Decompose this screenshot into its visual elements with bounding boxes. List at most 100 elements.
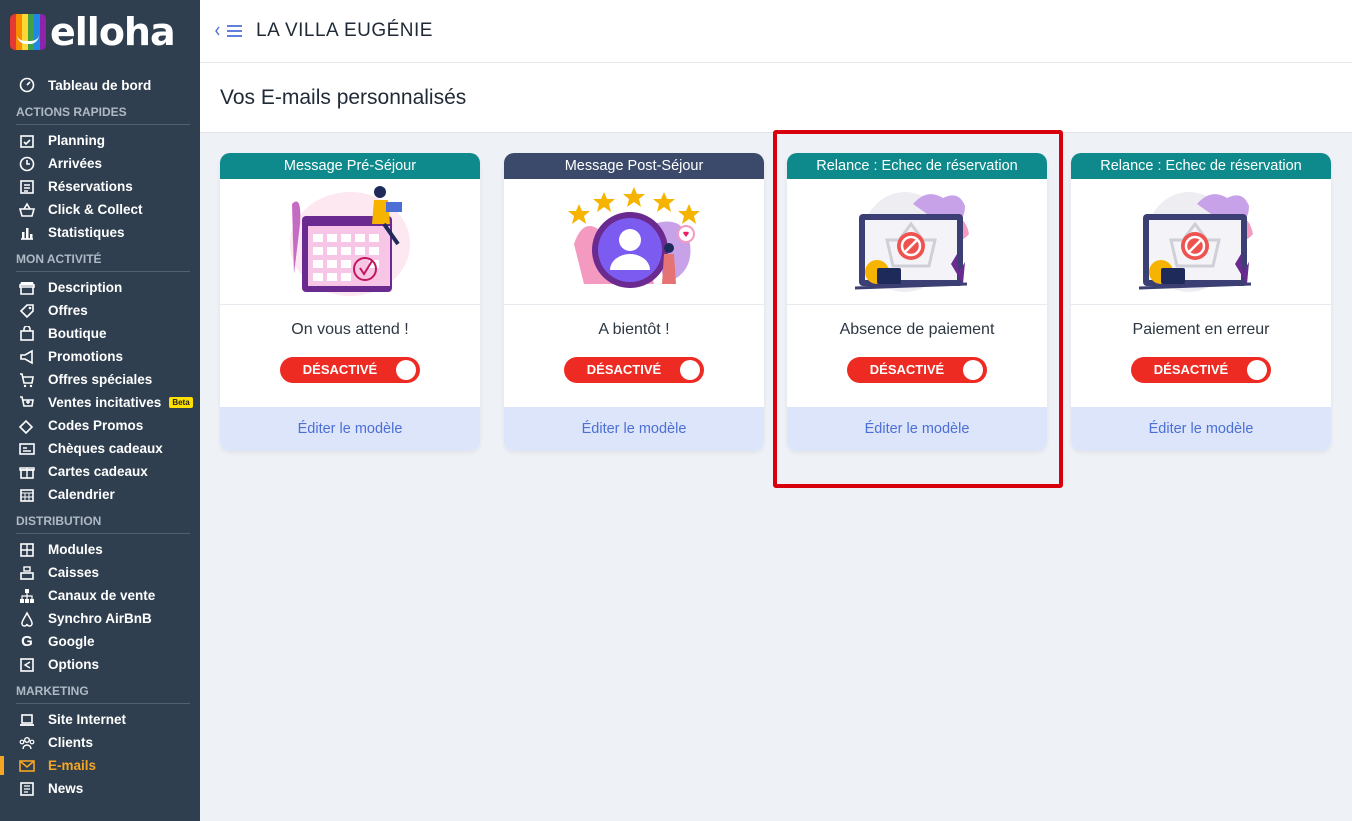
section-title: DISTRIBUTION (0, 514, 200, 534)
sidebar-item-label: Clients (48, 735, 94, 750)
megaphone-icon (18, 349, 36, 365)
sidebar-item-clients[interactable]: Clients (0, 731, 200, 754)
sidebar-item-label: Chèques cadeaux (48, 441, 163, 456)
email-card-post-stay: Message Post-Séjour A bientôt ! DÉSACTIV… (504, 153, 764, 451)
sidebar-item-airbnb[interactable]: Synchro AirBnB (0, 607, 200, 630)
google-icon: G (21, 633, 33, 650)
register-icon (18, 565, 36, 581)
logo[interactable]: elloha (0, 0, 200, 63)
share-icon (18, 657, 36, 673)
activation-toggle[interactable]: DÉSACTIVÉ (1131, 357, 1271, 383)
voucher-icon (18, 441, 36, 457)
users-icon (18, 735, 36, 751)
sidebar-item-description[interactable]: Description (0, 276, 200, 299)
sidebar-item-gift-cards[interactable]: Cartes cadeaux (0, 460, 200, 483)
cart-icon (18, 372, 36, 388)
card-header: Relance : Echec de réservation (1071, 153, 1331, 179)
sidebar-item-label: Description (48, 280, 123, 295)
menu-toggle-button[interactable] (214, 23, 244, 39)
sidebar-item-label: Boutique (48, 326, 107, 341)
sidebar-item-news[interactable]: News (0, 777, 200, 800)
section-title: MON ACTIVITÉ (0, 252, 200, 272)
sidebar-item-label: Codes Promos (48, 418, 144, 433)
sidebar-item-upsell[interactable]: Ventes incitatives Beta (0, 391, 200, 414)
sidebar-item-label: Options (48, 657, 99, 672)
cart-plus-icon (18, 395, 36, 411)
newspaper-icon (18, 781, 36, 797)
envelope-icon (18, 758, 36, 774)
bar-chart-icon (18, 225, 36, 241)
sidebar-item-label: Google (48, 634, 95, 649)
card-subtitle: A bientôt ! (598, 321, 670, 338)
tag-icon (18, 303, 36, 319)
basket-icon (18, 201, 36, 218)
sidebar-item-modules[interactable]: Modules (0, 538, 200, 561)
sidebar-item-google[interactable]: G Google (0, 630, 200, 653)
email-card-payment-error: Relance : Echec de réservation Paiement … (1071, 153, 1331, 451)
sidebar-item-emails[interactable]: E-mails (0, 754, 200, 777)
sidebar-item-special-offers[interactable]: Offres spéciales (0, 368, 200, 391)
card-subtitle: On vous attend ! (291, 321, 409, 338)
sidebar-nav: Tableau de bord ACTIONS RAPIDES Planning… (0, 63, 200, 800)
sitemap-icon (18, 588, 36, 604)
sidebar-item-website[interactable]: Site Internet (0, 708, 200, 731)
edit-template-button[interactable]: Éditer le modèle (504, 407, 764, 451)
sidebar-item-statistics[interactable]: Statistiques (0, 221, 200, 244)
sidebar-item-label: Cartes cadeaux (48, 464, 148, 479)
sidebar-item-label: Modules (48, 542, 103, 557)
toggle-knob (1247, 360, 1267, 380)
toggle-label: DÉSACTIVÉ (586, 362, 662, 377)
hotel-name: LA VILLA EUGÉNIE (256, 20, 433, 41)
sidebar-item-offers[interactable]: Offres (0, 299, 200, 322)
sidebar-item-promo-codes[interactable]: Codes Promos (0, 414, 200, 437)
sidebar-item-label: Synchro AirBnB (48, 611, 152, 626)
sidebar-item-registers[interactable]: Caisses (0, 561, 200, 584)
sidebar-item-label: Promotions (48, 349, 124, 364)
clock-icon (18, 156, 36, 172)
edit-template-button[interactable]: Éditer le modèle (220, 407, 480, 451)
sidebar-item-label: Réservations (48, 179, 133, 194)
failed-payment-illustration (1071, 179, 1331, 305)
sidebar-item-label: Offres spéciales (48, 372, 153, 387)
sidebar-item-planning[interactable]: Planning (0, 129, 200, 152)
sidebar-item-label: Click & Collect (48, 202, 143, 217)
sidebar-item-reservations[interactable]: Réservations (0, 175, 200, 198)
sidebar-item-click-collect[interactable]: Click & Collect (0, 198, 200, 221)
page-title: Vos E-mails personnalisés (220, 85, 467, 109)
calendar-check-icon (18, 133, 36, 149)
sidebar-item-arrivals[interactable]: Arrivées (0, 152, 200, 175)
page-header: Vos E-mails personnalisés (200, 63, 1352, 133)
edit-template-button[interactable]: Éditer le modèle (1071, 407, 1331, 451)
section-title: ACTIONS RAPIDES (0, 105, 200, 125)
activation-toggle[interactable]: DÉSACTIVÉ (280, 357, 420, 383)
sidebar-item-label: Offres (48, 303, 88, 318)
card-subtitle: Paiement en erreur (1132, 321, 1270, 338)
sidebar-item-promotions[interactable]: Promotions (0, 345, 200, 368)
sidebar-item-sales-channels[interactable]: Canaux de vente (0, 584, 200, 607)
sidebar-item-shop[interactable]: Boutique (0, 322, 200, 345)
card-header: Message Pré-Séjour (220, 153, 480, 179)
toggle-knob (680, 360, 700, 380)
calendar-illustration (220, 179, 480, 305)
sidebar-item-label: Planning (48, 133, 105, 148)
section-title: MARKETING (0, 684, 200, 704)
gift-icon (18, 464, 36, 480)
activation-toggle[interactable]: DÉSACTIVÉ (564, 357, 704, 383)
sidebar-item-gift-vouchers[interactable]: Chèques cadeaux (0, 437, 200, 460)
sidebar-item-label: Caisses (48, 565, 100, 580)
ticket-icon (18, 418, 36, 434)
sidebar: elloha Tableau de bord ACTIONS RAPIDES P… (0, 0, 200, 821)
sidebar-item-label: News (48, 781, 84, 796)
sidebar-item-calendar[interactable]: Calendrier (0, 483, 200, 506)
brand-name: elloha (50, 9, 176, 54)
sidebar-item-dashboard[interactable]: Tableau de bord (0, 73, 200, 97)
sidebar-item-options[interactable]: Options (0, 653, 200, 676)
card-header: Message Post-Séjour (504, 153, 764, 179)
toggle-label: DÉSACTIVÉ (1153, 362, 1229, 377)
sidebar-item-label: Arrivées (48, 156, 103, 171)
sidebar-item-label: Canaux de vente (48, 588, 156, 603)
calendar-grid-icon (18, 487, 36, 503)
list-check-icon (18, 179, 36, 195)
toggle-label: DÉSACTIVÉ (302, 362, 378, 377)
beta-badge: Beta (169, 397, 193, 408)
